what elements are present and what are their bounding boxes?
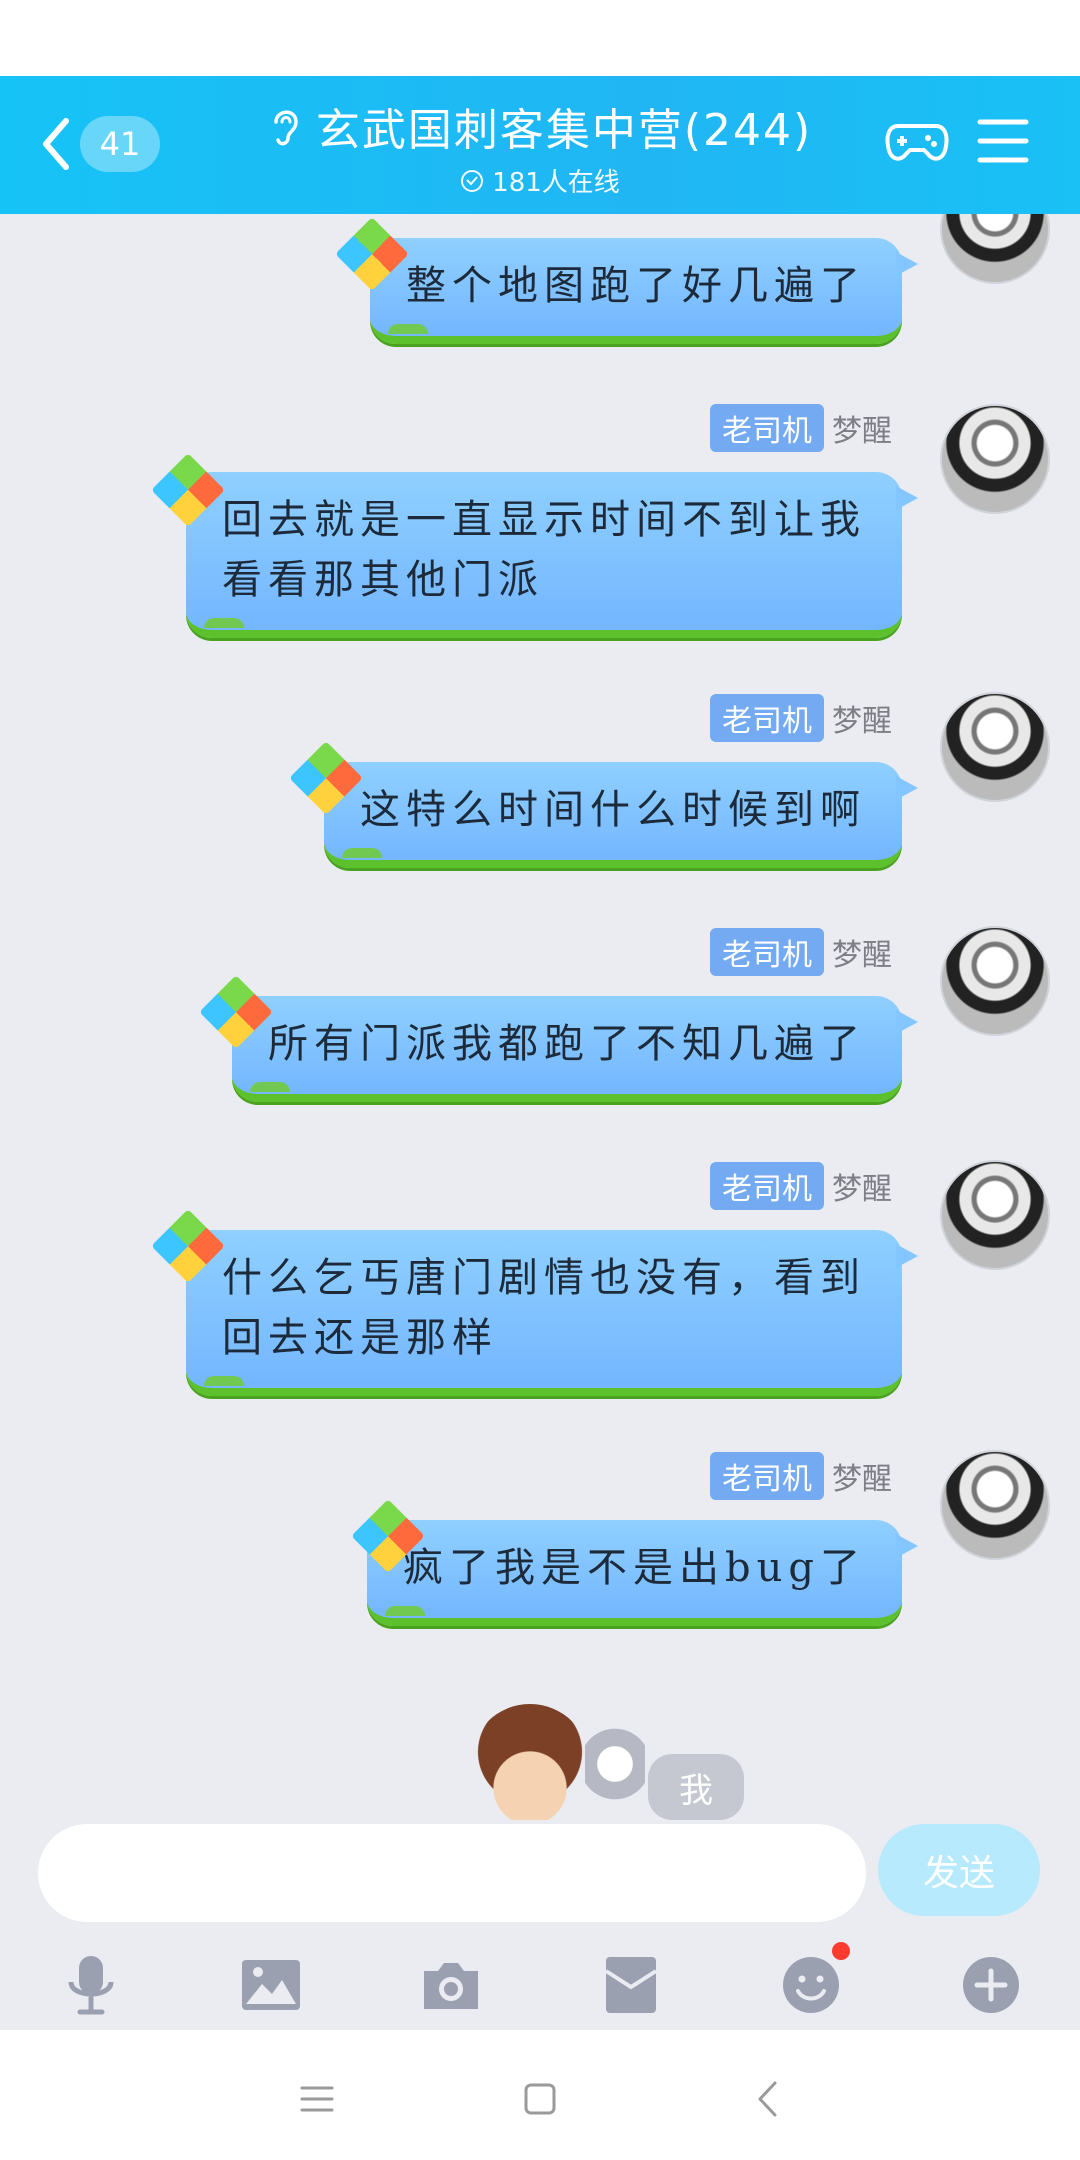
red-packet-icon <box>604 1957 658 2013</box>
title-badge: 老司机 <box>710 404 824 452</box>
mic-icon <box>68 1956 114 2015</box>
message-text: 回去就是一直显示时间不到让我 看看那其他门派 <box>222 497 866 603</box>
toolbar <box>0 1942 1080 2020</box>
title-badge: 老司机 <box>710 1162 824 1210</box>
message-list[interactable]: 整个地图跑了好几遍了 老司机 梦醒 回去就是一直显示时间不到让我 看看那其他门派… <box>0 214 1080 1820</box>
sender-info: 老司机 梦醒 <box>710 1452 892 1500</box>
home-button[interactable] <box>515 2074 565 2124</box>
grass-decoration <box>385 1606 426 1616</box>
sender-nickname[interactable]: 梦醒 <box>832 406 892 450</box>
system-back-button[interactable] <box>742 2074 792 2124</box>
message-text: 所有门派我都跑了不知几遍了 <box>268 1021 866 1067</box>
sender-info: 老司机 梦醒 <box>710 404 892 452</box>
more-button[interactable] <box>956 1950 1026 2020</box>
system-navigation-bar <box>0 2030 1080 2160</box>
chevron-left-icon <box>758 2081 777 2117</box>
sender-nickname[interactable]: 梦醒 <box>832 1164 892 1208</box>
avatar[interactable] <box>940 1450 1050 1560</box>
avatar[interactable] <box>940 214 1050 284</box>
sender-info: 老司机 梦醒 <box>710 694 892 742</box>
message-text: 整个地图跑了好几遍了 <box>406 263 866 309</box>
sticker-character[interactable] <box>470 1704 590 1820</box>
message-text: 这特么时间什么时候到啊 <box>360 787 866 833</box>
grass-decoration <box>388 324 428 334</box>
sender-nickname[interactable]: 梦醒 <box>832 696 892 740</box>
avatar[interactable] <box>940 1160 1050 1270</box>
menu-icon <box>977 119 1029 163</box>
ear-icon <box>274 110 298 146</box>
message-text: 疯了我是不是出bug了 <box>403 1545 866 1591</box>
message-bubble[interactable]: 这特么时间什么时候到啊 <box>324 762 918 868</box>
sender-info: 老司机 梦醒 <box>710 928 892 976</box>
emoji-icon <box>783 1957 839 2013</box>
message-bubble[interactable]: 所有门派我都跑了不知几遍了 <box>232 996 918 1102</box>
avatar[interactable] <box>940 926 1050 1036</box>
gamepad-icon <box>885 124 949 161</box>
recent-apps-button[interactable] <box>292 2074 342 2124</box>
title-badge: 老司机 <box>710 1452 824 1500</box>
check-circle-icon <box>461 169 484 192</box>
me-badge: 我 <box>648 1754 744 1820</box>
input-bar: 发送 <box>0 1820 1080 2030</box>
camera-button[interactable] <box>416 1950 486 2020</box>
plus-icon <box>963 1957 1019 2013</box>
title-badge: 老司机 <box>710 694 824 742</box>
chat-header: 41 玄武国刺客集中营(244) 181人在线 <box>0 76 1080 214</box>
message-bubble[interactable]: 整个地图跑了好几遍了 <box>370 238 918 344</box>
sender-info: 老司机 梦醒 <box>710 1162 892 1210</box>
image-icon <box>242 1960 300 2010</box>
grass-decoration <box>250 1082 290 1092</box>
message-bubble[interactable]: 什么乞丐唐门剧情也没有，看到 回去还是那样 <box>186 1230 918 1396</box>
square-icon <box>524 2083 556 2115</box>
notification-dot <box>832 1942 850 1960</box>
emoji-button[interactable] <box>776 1942 850 2020</box>
sender-nickname[interactable]: 梦醒 <box>832 930 892 974</box>
group-title: 玄武国刺客集中营(244) <box>315 105 813 156</box>
game-button[interactable] <box>884 114 950 174</box>
message-bubble[interactable]: 回去就是一直显示时间不到让我 看看那其他门派 <box>186 472 918 638</box>
grass-decoration <box>204 1376 244 1386</box>
title-badge: 老司机 <box>710 928 824 976</box>
message-input[interactable] <box>38 1824 866 1922</box>
avatar[interactable] <box>940 692 1050 802</box>
red-packet-button[interactable] <box>596 1950 666 2020</box>
message-text: 什么乞丐唐门剧情也没有，看到 回去还是那样 <box>222 1255 866 1361</box>
grass-decoration <box>204 618 244 628</box>
online-count: 181人在线 <box>492 168 620 198</box>
sender-nickname[interactable]: 梦醒 <box>832 1454 892 1498</box>
menu-button[interactable] <box>976 116 1030 170</box>
avatar[interactable] <box>940 404 1050 514</box>
sticker-decoration <box>585 1714 645 1814</box>
voice-button[interactable] <box>56 1950 126 2020</box>
message-bubble[interactable]: 疯了我是不是出bug了 <box>367 1520 918 1626</box>
image-button[interactable] <box>236 1950 306 2020</box>
send-button[interactable]: 发送 <box>878 1824 1040 1916</box>
grass-decoration <box>342 848 382 858</box>
camera-icon <box>424 1963 478 2009</box>
menu-lines-icon <box>300 2086 334 2112</box>
